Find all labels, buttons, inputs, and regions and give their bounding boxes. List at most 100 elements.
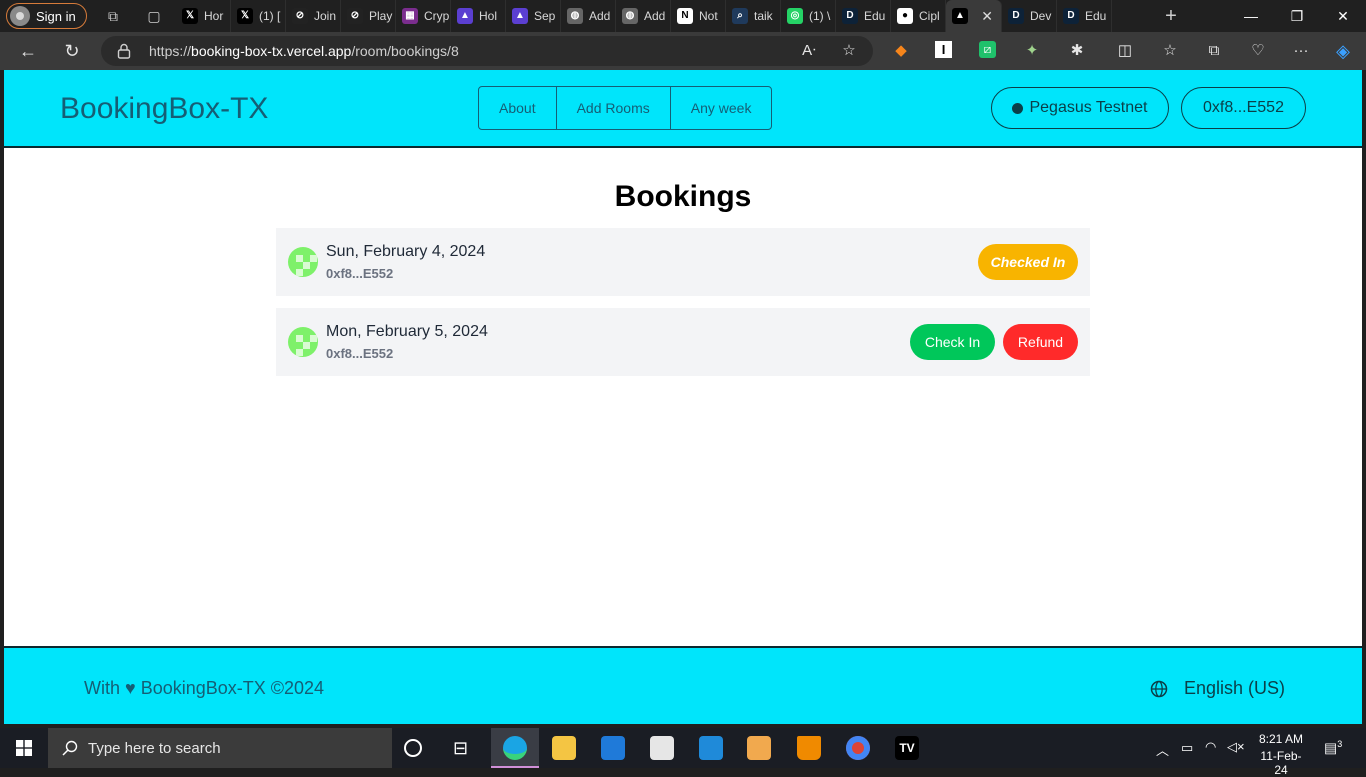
- volume-muted-icon[interactable]: ◁×: [1227, 739, 1245, 755]
- edge-icon: [503, 736, 527, 760]
- taskbar-search[interactable]: Type here to search: [48, 728, 392, 768]
- browser-tab[interactable]: ▲ Sep: [506, 0, 561, 32]
- booking-date: Sun, February 4, 2024: [326, 243, 486, 260]
- booking-address: 0xf8...E552: [326, 266, 394, 281]
- identicon-avatar: [288, 327, 318, 357]
- browser-tab[interactable]: 𝕏 (1) [: [231, 0, 286, 32]
- close-tab-icon[interactable]: ✕: [981, 8, 993, 25]
- close-window-icon[interactable]: ✕: [1320, 0, 1366, 32]
- collections-icon[interactable]: ⧉: [1204, 41, 1224, 61]
- network-button[interactable]: Pegasus Testnet: [991, 87, 1169, 129]
- globe-icon: [1150, 680, 1168, 697]
- browser-tab[interactable]: D Dev: [1002, 0, 1057, 32]
- tray-overflow-icon[interactable]: ︿: [1156, 740, 1169, 759]
- refund-button[interactable]: Refund: [1003, 324, 1078, 360]
- favorite-star-icon[interactable]: ☆: [839, 41, 859, 61]
- tab-label: Join: [314, 9, 337, 23]
- read-aloud-icon[interactable]: Aᐧ: [799, 41, 819, 61]
- url-field[interactable]: https://booking-box-tx.vercel.app/room/b…: [101, 36, 873, 66]
- wifi-icon[interactable]: ◠: [1205, 739, 1216, 755]
- chrome-icon[interactable]: [846, 736, 870, 760]
- slash-icon: ⊘: [347, 8, 363, 24]
- browser-tab[interactable]: ◍ Add: [616, 0, 671, 32]
- brand-logo[interactable]: BookingBox-TX: [60, 92, 268, 126]
- tab-actions-icon[interactable]: ▢: [145, 7, 163, 25]
- tab-label: Hor: [204, 9, 224, 23]
- browser-essentials-icon[interactable]: ♡: [1248, 41, 1268, 61]
- minimize-icon[interactable]: —: [1228, 0, 1274, 32]
- tab-label: Add: [644, 9, 666, 23]
- clock[interactable]: 8:21 AM 11-Feb-24: [1256, 732, 1306, 777]
- browser-tab[interactable]: ⊘ Play: [341, 0, 396, 32]
- mail-icon[interactable]: [601, 736, 625, 760]
- lock-icon: [117, 43, 131, 59]
- store-icon[interactable]: [650, 736, 674, 760]
- browser-tab[interactable]: ⊘ Join: [286, 0, 341, 32]
- clock-date: 11-Feb-24: [1260, 749, 1302, 777]
- vscode-icon[interactable]: [699, 736, 723, 760]
- browser-tab[interactable]: ▦ Cryp: [396, 0, 451, 32]
- wallet-button[interactable]: 0xf8...E552: [1181, 87, 1306, 129]
- d-icon: D: [842, 8, 858, 24]
- web-page: BookingBox-TX About Add Rooms Any week P…: [4, 70, 1362, 724]
- wallet-address: 0xf8...E552: [1203, 99, 1284, 116]
- extension-green-icon[interactable]: ⧄: [979, 41, 996, 58]
- refresh-icon[interactable]: ↻: [62, 41, 82, 61]
- file-explorer-icon[interactable]: [552, 736, 576, 760]
- extension-dino-icon[interactable]: ✦: [1022, 41, 1042, 61]
- tab-list: 𝕏 Hor 𝕏 (1) [⊘ Join ⊘ Play ▦ Cryp ▲ Hol ▲ Sep ◍ Add ◍ Ad…: [176, 0, 1112, 32]
- new-tab-icon[interactable]: +: [1162, 6, 1180, 26]
- nav-about[interactable]: About: [479, 87, 557, 129]
- battery-icon[interactable]: ▭: [1181, 740, 1193, 756]
- restore-icon[interactable]: ❐: [1274, 0, 1320, 32]
- extensions-icon[interactable]: ✱: [1067, 41, 1087, 61]
- tab-label: Edu: [864, 9, 886, 23]
- network-dot-icon: [1012, 102, 1024, 114]
- x-icon: 𝕏: [237, 8, 253, 24]
- x-icon: 𝕏: [182, 8, 198, 24]
- notion-icon: N: [677, 8, 693, 24]
- copilot-icon[interactable]: ◈: [1333, 41, 1353, 61]
- address-bar-row: ← ↻ https://booking-box-tx.vercel.app/ro…: [0, 32, 1366, 70]
- edge-taskbar-app[interactable]: [491, 728, 539, 768]
- globe-icon: ◍: [567, 8, 583, 24]
- taskbar-search-placeholder: Type here to search: [88, 740, 221, 757]
- check-in-button[interactable]: Check In: [910, 324, 995, 360]
- back-icon[interactable]: ←: [18, 41, 38, 61]
- nav-add-rooms[interactable]: Add Rooms: [557, 87, 671, 129]
- tab-label: Hol: [479, 9, 498, 23]
- nav-any-week[interactable]: Any week: [671, 87, 772, 129]
- browser-tab[interactable]: D Edu: [1057, 0, 1112, 32]
- workspaces-icon[interactable]: ⧉: [104, 7, 122, 25]
- windows-start-icon[interactable]: [16, 740, 32, 756]
- task-view-icon[interactable]: ⊟: [453, 736, 477, 760]
- browser-tab[interactable]: D Edu: [836, 0, 891, 32]
- tradingview-icon[interactable]: TV: [895, 736, 919, 760]
- cortana-icon[interactable]: [404, 739, 422, 757]
- browser-tab[interactable]: 𝕏 Hor: [176, 0, 231, 32]
- profile-avatar-icon: [10, 6, 30, 26]
- browser-tab[interactable]: ▲ ✕: [946, 0, 1002, 32]
- main-nav: About Add Rooms Any week: [478, 86, 773, 130]
- checked-in-badge: Checked In: [978, 244, 1078, 280]
- browser-tab[interactable]: ● Cipl: [891, 0, 946, 32]
- grid-icon: ▦: [402, 8, 418, 24]
- metamask-icon[interactable]: ◆: [891, 41, 911, 61]
- split-screen-icon[interactable]: ◫: [1115, 41, 1135, 61]
- sign-in-button[interactable]: Sign in: [6, 3, 87, 29]
- browser-tab[interactable]: ◎ (1) \: [781, 0, 836, 32]
- notifications-icon[interactable]: ▤3: [1324, 739, 1342, 757]
- favorites-icon[interactable]: ☆: [1160, 41, 1180, 61]
- browser-tab[interactable]: ⌕ taik: [726, 0, 781, 32]
- browser-tab[interactable]: ▲ Hol: [451, 0, 506, 32]
- more-menu-icon[interactable]: ···: [1291, 41, 1311, 61]
- browser-tab[interactable]: ◍ Add: [561, 0, 616, 32]
- footer-credit: With ♥ BookingBox-TX ©2024: [84, 678, 325, 698]
- instapaper-icon[interactable]: I: [935, 41, 952, 58]
- clock-time: 8:21 AM: [1258, 732, 1304, 746]
- vlc-icon[interactable]: [797, 736, 821, 760]
- language-selector[interactable]: English (US): [1150, 678, 1285, 699]
- video-editor-icon[interactable]: [747, 736, 771, 760]
- browser-tab[interactable]: N Not: [671, 0, 726, 32]
- windows-taskbar: Type here to search ⊟ TV ︿ ▭ ◠ ◁× 8:21 A…: [0, 728, 1366, 777]
